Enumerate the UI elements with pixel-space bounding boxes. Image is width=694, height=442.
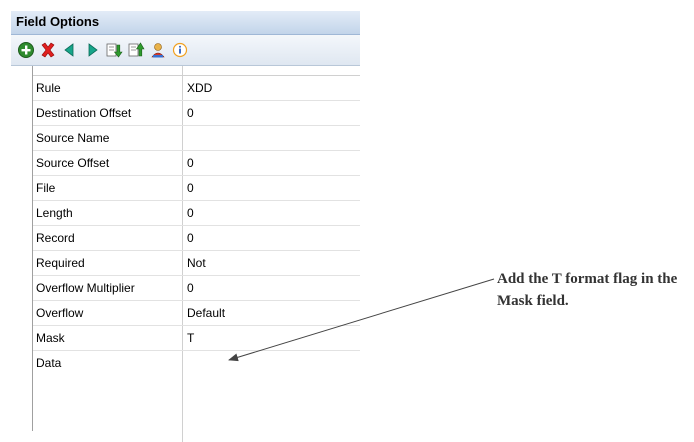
toolbar (11, 35, 360, 66)
property-value[interactable]: T (187, 326, 357, 350)
grid-row-length[interactable]: Length 0 (33, 201, 360, 226)
grid-row-source-offset[interactable]: Source Offset 0 (33, 151, 360, 176)
property-value[interactable]: Default (187, 301, 357, 325)
property-value[interactable]: 0 (187, 176, 357, 200)
property-grid: Rule XDD Destination Offset 0 Source Name … (33, 76, 360, 375)
property-label: Destination Offset (36, 106, 132, 120)
property-value[interactable] (187, 351, 357, 375)
person-icon[interactable] (149, 41, 167, 59)
grid-row-overflow-multiplier[interactable]: Overflow Multiplier 0 (33, 276, 360, 301)
property-label: Data (36, 356, 62, 370)
property-value[interactable]: 0 (187, 151, 357, 175)
field-options-panel: Field Options Rule XDD Destination Offse… (11, 11, 360, 442)
callout-text: Add the T format flag in the Mask field. (497, 268, 694, 312)
property-value[interactable]: XDD (187, 76, 357, 100)
property-value[interactable]: Not (187, 251, 357, 275)
property-label: Mask (36, 331, 65, 345)
property-value[interactable] (187, 126, 357, 150)
grid-row-rule[interactable]: Rule XDD (33, 76, 360, 101)
grid-row-data[interactable]: Data (33, 351, 360, 375)
move-down-icon[interactable] (105, 41, 123, 59)
grid-row-required[interactable]: Required Not (33, 251, 360, 276)
add-icon[interactable] (17, 41, 35, 59)
move-left-icon[interactable] (61, 41, 79, 59)
property-label: Source Offset (36, 156, 110, 170)
property-label: Source Name (36, 131, 110, 145)
grid-row-overflow[interactable]: Overflow Default (33, 301, 360, 326)
panel-title: Field Options (16, 14, 100, 29)
property-value[interactable]: 0 (187, 226, 357, 250)
grid-row-record[interactable]: Record 0 (33, 226, 360, 251)
property-value[interactable]: 0 (187, 276, 357, 300)
property-label: Overflow (36, 306, 84, 320)
property-label: Required (36, 256, 85, 270)
property-label: File (36, 181, 56, 195)
callout-line-2: Mask field. (497, 293, 569, 309)
move-right-icon[interactable] (83, 41, 101, 59)
property-label: Length (36, 206, 73, 220)
grid-row-file[interactable]: File 0 (33, 176, 360, 201)
move-up-icon[interactable] (127, 41, 145, 59)
property-value[interactable]: 0 (187, 201, 357, 225)
delete-icon[interactable] (39, 41, 57, 59)
property-label: Record (36, 231, 75, 245)
grid-row-destination-offset[interactable]: Destination Offset 0 (33, 101, 360, 126)
grid-row-mask[interactable]: Mask T (33, 326, 360, 351)
panel-titlebar: Field Options (11, 11, 360, 35)
callout-line-1: Add the T format flag in the (497, 271, 678, 287)
property-label: Rule (36, 81, 61, 95)
property-value[interactable]: 0 (187, 101, 357, 125)
grid-header (33, 66, 360, 76)
grid-row-source-name[interactable]: Source Name (33, 126, 360, 151)
property-label: Overflow Multiplier (36, 281, 135, 295)
info-icon[interactable] (171, 41, 189, 59)
row-gutter (11, 66, 33, 431)
